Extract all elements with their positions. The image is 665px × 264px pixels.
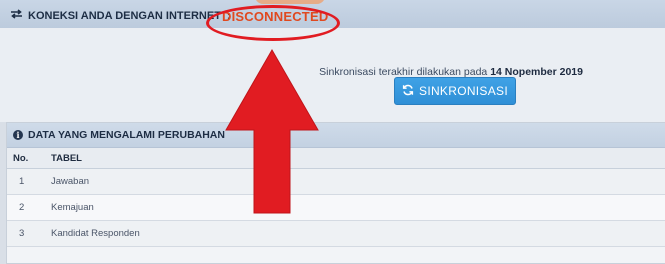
changes-panel-title: DATA YANG MENGALAMI PERUBAHAN bbox=[28, 129, 225, 141]
changes-panel-header: i DATA YANG MENGALAMI PERUBAHAN bbox=[7, 123, 665, 148]
table-row: 3 Kandidat Responden bbox=[7, 221, 665, 247]
exchange-icon bbox=[10, 9, 23, 22]
table-row: 2 Kemajuan bbox=[7, 195, 665, 221]
sync-button-label: SINKRONISASI bbox=[419, 84, 508, 98]
info-circle-icon: i bbox=[13, 130, 23, 140]
annotation-circle bbox=[206, 5, 340, 41]
connection-title-label: KONEKSI ANDA DENGAN INTERNET bbox=[28, 9, 221, 22]
row-table-name: Kemajuan bbox=[51, 202, 94, 213]
refresh-icon bbox=[402, 84, 414, 99]
sync-button[interactable]: SINKRONISASI bbox=[394, 77, 516, 105]
row-no: 3 bbox=[19, 228, 25, 239]
table-row: 1 Jawaban bbox=[7, 169, 665, 195]
row-table-name: Kandidat Responden bbox=[51, 228, 140, 239]
connection-title: KONEKSI ANDA DENGAN INTERNET : bbox=[10, 9, 231, 22]
column-header-no: No. bbox=[13, 152, 29, 164]
row-table-name: Jawaban bbox=[51, 176, 90, 187]
row-no: 2 bbox=[19, 202, 25, 213]
column-header-tabel: TABEL bbox=[51, 152, 82, 164]
sync-panel: Sinkronisasi terakhir dilakukan pada 14 … bbox=[0, 28, 665, 122]
table-header: No. TABEL bbox=[7, 148, 665, 169]
changes-panel: i DATA YANG MENGALAMI PERUBAHAN No. TABE… bbox=[6, 122, 665, 264]
row-no: 1 bbox=[19, 176, 25, 187]
orange-highlight bbox=[255, 0, 325, 4]
